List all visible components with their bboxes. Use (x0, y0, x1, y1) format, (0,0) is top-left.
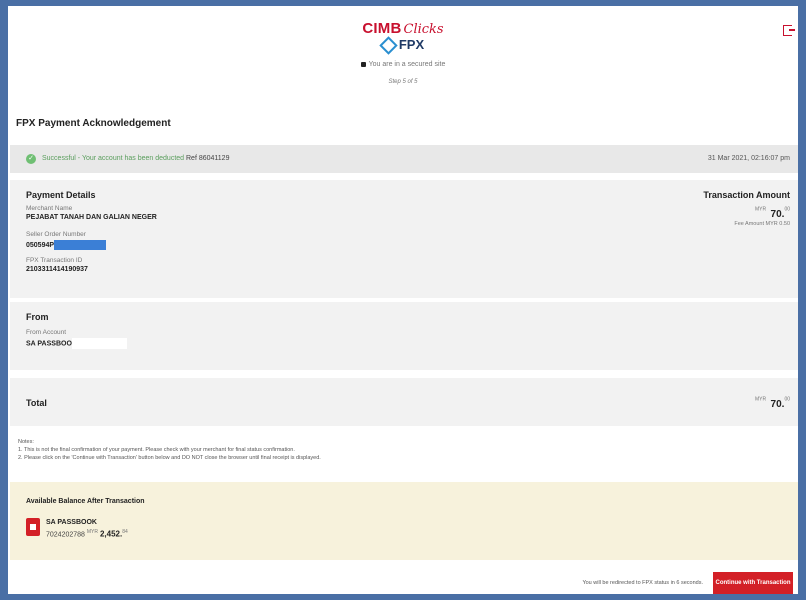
brand-fpx: FPX (398, 37, 425, 52)
redaction-mask (71, 338, 127, 349)
from-section: From From Account SA PASSBOO (10, 302, 798, 370)
continue-with-transaction-button[interactable]: Continue with Transaction (713, 572, 793, 594)
seller-order-number: 050594P (26, 241, 55, 249)
redirect-message: You will be redirected to FPX status in … (582, 580, 703, 586)
balance-account-number: 7024202788 (46, 531, 85, 539)
total-amount-cents: 00 (784, 396, 790, 403)
fpx-transaction-id-value: 2103311414190937 (26, 266, 88, 273)
total-amount-main: 70. (770, 399, 785, 410)
fpx-transaction-id-label: FPX Transaction ID (26, 257, 83, 264)
logout-icon[interactable] (783, 25, 795, 36)
amount-cents: 00 (784, 206, 790, 213)
from-account-name: SA PASSBOO (26, 340, 72, 348)
notes-heading: Notes: (18, 439, 34, 445)
cimb-clicks-logo: CIMB Clicks (8, 20, 798, 38)
success-check-icon: ✓ (26, 154, 36, 164)
payment-details-heading: Payment Details (26, 190, 96, 200)
transaction-amount-value: MYR 70.00 (755, 204, 790, 222)
seller-order-value: 050594P (26, 240, 107, 250)
secure-text: You are in a secured site (368, 61, 446, 68)
fpx-diamond-icon (379, 36, 398, 55)
transaction-amount-heading: Transaction Amount (703, 190, 790, 200)
seller-order-label: Seller Order Number (26, 231, 86, 238)
total-label: Total (26, 398, 47, 408)
merchant-name-label: Merchant Name (26, 205, 73, 212)
step-indicator: Step 5 of 5 (388, 79, 418, 85)
header: CIMB Clicks FPX You are in a secured site… (8, 6, 798, 102)
balance-account-line: 7024202788 MYR 2,452.84 (46, 529, 128, 538)
notes-line-1: 1. This is not the final confirmation of… (18, 447, 295, 453)
amount-currency: MYR (754, 206, 767, 213)
notes: Notes: 1. This is not the final confirma… (18, 438, 321, 462)
balance-amount-cents: 84 (122, 529, 128, 535)
fpx-logo: FPX (8, 36, 798, 55)
transaction-datetime: 31 Mar 2021, 02:16:07 pm (707, 155, 790, 162)
balance-currency: MYR (86, 529, 99, 535)
balance-amount-main: 2,452. (99, 529, 123, 539)
status-message: Successful - Your account has been deduc… (42, 155, 229, 162)
status-bar: ✓ Successful - Your account has been ded… (10, 145, 798, 173)
account-card-icon (26, 518, 40, 536)
available-balance-section: Available Balance After Transaction SA P… (10, 482, 798, 560)
from-heading: From (26, 312, 49, 322)
from-account-value: SA PASSBOO (26, 338, 127, 349)
secure-site-notice: You are in a secured site (8, 61, 798, 68)
merchant-name-value: PEJABAT TANAH DAN GALIAN NEGER (26, 214, 157, 221)
fee-amount: Fee Amount MYR 0.50 (734, 221, 790, 227)
payment-details-section: Payment Details Merchant Name PEJABAT TA… (10, 180, 798, 298)
lock-icon (360, 61, 366, 67)
total-section: Total MYR 70.00 (10, 378, 798, 426)
reference-number: Ref 86041129 (186, 155, 230, 162)
notes-line-2: 2. Please click on the 'Continue with Tr… (18, 455, 321, 461)
brand-clicks: Clicks (403, 22, 444, 37)
brand-cimb: CIMB (362, 20, 402, 37)
balance-account-name: SA PASSBOOK (46, 519, 97, 526)
page-frame: CIMB Clicks FPX You are in a secured site… (8, 6, 798, 594)
from-account-label: From Account (26, 329, 67, 336)
page-title: FPX Payment Acknowledgement (16, 118, 171, 129)
redaction-mask (54, 240, 107, 250)
amount-main: 70. (770, 209, 785, 220)
total-amount: MYR 70.00 (755, 394, 790, 412)
balance-heading: Available Balance After Transaction (26, 498, 145, 505)
total-currency: MYR (754, 396, 767, 403)
status-message-text: Successful - Your account has been deduc… (42, 155, 185, 162)
